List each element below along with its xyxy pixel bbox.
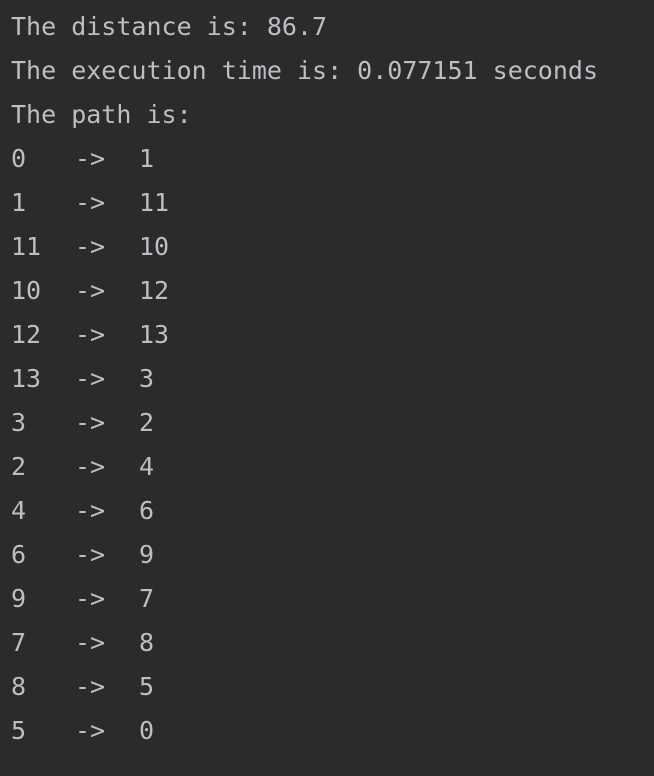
- edge-to-node: 9: [139, 540, 155, 569]
- path-edge-list: 0 -> 1 1 -> 11 11 -> 10 10 -> 12 12 -> 13 13 -> 3 3 -> 2 2 -> 4…: [11, 140, 654, 756]
- edge-to-node: 4: [139, 452, 155, 481]
- edge-from-node: 1: [11, 188, 27, 217]
- path-edge-row: 13 -> 3: [11, 360, 654, 404]
- path-edge-row: 8 -> 5: [11, 668, 654, 712]
- path-edge-row: 9 -> 7: [11, 580, 654, 624]
- path-edge-row: 2 -> 4: [11, 448, 654, 492]
- edge-from-node: 7: [11, 628, 27, 657]
- edge-from-node: 9: [11, 584, 27, 613]
- edge-arrow: ->: [75, 276, 106, 305]
- distance-line: The distance is: 86.7: [11, 12, 328, 41]
- execution-time-line: The execution time is: 0.077151 seconds: [11, 56, 598, 85]
- path-edge-row: 3 -> 2: [11, 404, 654, 448]
- edge-to-node: 2: [139, 408, 155, 437]
- path-header: The path is:: [11, 100, 192, 129]
- edge-from-node: 5: [11, 716, 27, 745]
- edge-from-node: 2: [11, 452, 27, 481]
- edge-to-node: 13: [139, 320, 170, 349]
- path-edge-row: 12 -> 13: [11, 316, 654, 360]
- edge-arrow: ->: [75, 188, 106, 217]
- edge-to-node: 10: [139, 232, 170, 261]
- path-edge-row: 6 -> 9: [11, 536, 654, 580]
- path-edge-row: 11 -> 10: [11, 228, 654, 272]
- edge-from-node: 0: [11, 144, 27, 173]
- edge-arrow: ->: [75, 540, 106, 569]
- edge-from-node: 12: [11, 320, 42, 349]
- edge-arrow: ->: [75, 232, 106, 261]
- edge-arrow: ->: [75, 496, 106, 525]
- edge-from-node: 4: [11, 496, 27, 525]
- edge-to-node: 0: [139, 716, 155, 745]
- edge-arrow: ->: [75, 628, 106, 657]
- edge-arrow: ->: [75, 320, 106, 349]
- edge-from-node: 10: [11, 276, 42, 305]
- edge-to-node: 11: [139, 188, 170, 217]
- edge-to-node: 3: [139, 364, 155, 393]
- edge-arrow: ->: [75, 452, 106, 481]
- edge-to-node: 8: [139, 628, 155, 657]
- path-edge-row: 7 -> 8: [11, 624, 654, 668]
- edge-arrow: ->: [75, 584, 106, 613]
- edge-from-node: 3: [11, 408, 27, 437]
- path-edge-row: 5 -> 0: [11, 712, 654, 756]
- path-edge-row: 4 -> 6: [11, 492, 654, 536]
- edge-to-node: 7: [139, 584, 155, 613]
- edge-to-node: 5: [139, 672, 155, 701]
- console-output: The distance is: 86.7 The execution time…: [0, 0, 654, 776]
- edge-to-node: 12: [139, 276, 170, 305]
- edge-from-node: 8: [11, 672, 27, 701]
- edge-arrow: ->: [75, 408, 106, 437]
- path-edge-row: 10 -> 12: [11, 272, 654, 316]
- edge-to-node: 1: [139, 144, 155, 173]
- edge-arrow: ->: [75, 364, 106, 393]
- path-edge-row: 1 -> 11: [11, 184, 654, 228]
- edge-arrow: ->: [75, 144, 106, 173]
- edge-arrow: ->: [75, 672, 106, 701]
- edge-from-node: 6: [11, 540, 27, 569]
- edge-from-node: 11: [11, 232, 42, 261]
- edge-arrow: ->: [75, 716, 106, 745]
- edge-to-node: 6: [139, 496, 155, 525]
- path-edge-row: 0 -> 1: [11, 140, 654, 184]
- edge-from-node: 13: [11, 364, 42, 393]
